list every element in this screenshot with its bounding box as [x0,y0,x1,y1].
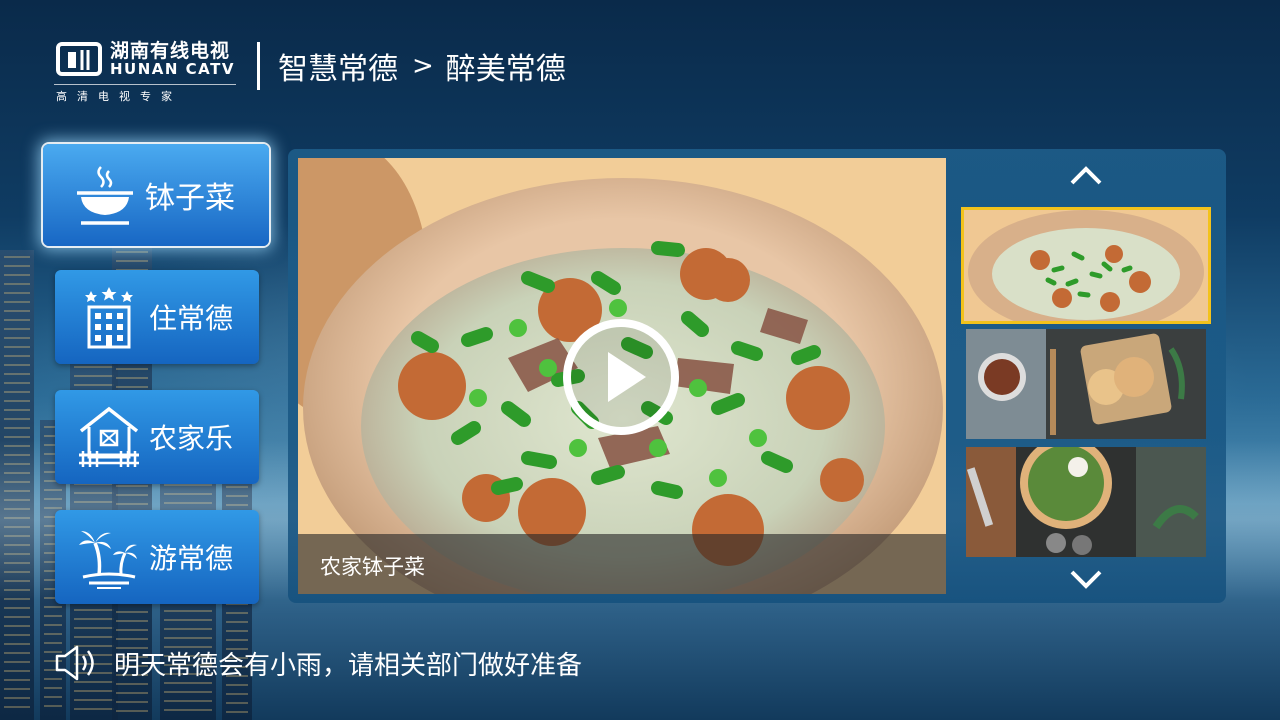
sidebar-item-bozicai[interactable]: 钵子菜 [43,144,269,246]
header-divider [257,42,260,90]
sidebar-item-label: 农家乐 [149,422,234,455]
notice-bar: 明天常德会有小雨，请相关部门做好准备 [54,643,582,683]
sidebar-item-label: 住常德 [149,302,234,335]
food-pot-thumb-image [964,210,1208,321]
farmhouse-icon [79,406,139,467]
logo-name-en: HUNAN CATV [110,60,235,78]
video-caption: 农家钵子菜 [320,555,425,579]
video-player[interactable]: 农家钵子菜 [298,158,946,594]
notice-text: 明天常德会有小雨，请相关部门做好准备 [114,650,583,681]
palm-tree-icon [79,531,137,589]
hotel-icon [85,287,133,349]
sidebar-item-label: 钵子菜 [145,181,235,216]
play-icon[interactable] [562,318,680,436]
sidebar-item-youchangde[interactable]: 游常德 [55,510,259,604]
chevron-up-icon[interactable] [1066,163,1106,187]
speaker-icon [55,645,94,681]
catv-logo-icon [56,42,102,76]
pizza-thumb-image [966,447,1206,557]
sidebar-item-zhuchangde[interactable]: 住常德 [55,270,259,364]
breadcrumb: 智慧常德 > 醉美常德 [278,44,566,88]
thumbnail-soup-and-pie[interactable] [966,329,1206,439]
logo-divider [54,84,236,85]
bowl-icon [77,166,133,225]
sidebar-item-label: 游常德 [149,542,234,575]
breadcrumb-current: 醉美常德 [445,52,566,87]
soup-and-pie-thumb-image [966,329,1206,439]
logo-name-cn: 湖南有线电视 [110,40,231,62]
hunan-catv-logo: 湖南有线电视 HUNAN CATV 高清电视专家 [54,36,239,103]
thumbnail-food-pot[interactable] [964,210,1208,321]
chevron-down-icon[interactable] [1066,568,1106,592]
thumbnail-pizza[interactable] [966,447,1206,557]
logo-tagline: 高清电视专家 [56,90,182,103]
video-caption-bar: 农家钵子菜 [298,534,946,594]
breadcrumb-parent[interactable]: 智慧常德 [278,44,398,88]
sidebar-item-nongjiale[interactable]: 农家乐 [55,390,259,484]
breadcrumb-separator: > [412,51,434,81]
